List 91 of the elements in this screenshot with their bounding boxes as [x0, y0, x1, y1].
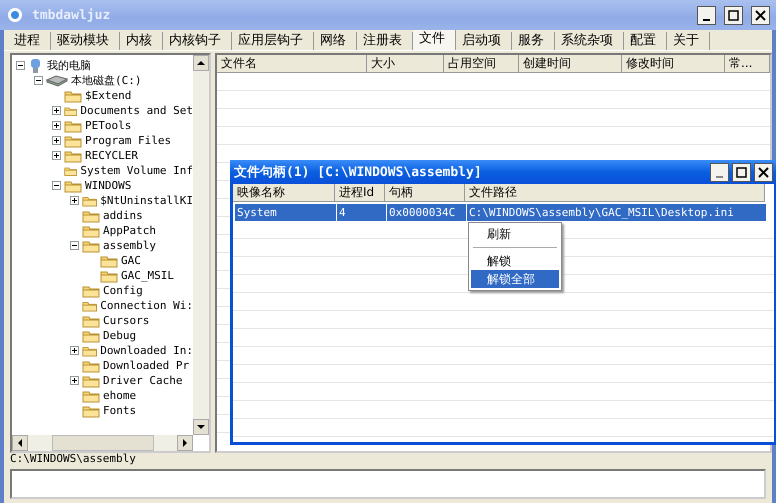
tree-item-label[interactable]: AppPatch [103, 224, 156, 237]
folder-icon [64, 118, 82, 132]
close-button[interactable] [754, 162, 773, 182]
tree-item-label[interactable]: Config [103, 284, 143, 297]
expand-icon[interactable] [70, 376, 79, 385]
drive-icon [46, 74, 68, 86]
column-header[interactable]: 修改时间 [622, 55, 725, 73]
minimize-button[interactable] [697, 6, 716, 24]
handle-row[interactable]: System 4 0x0000034C C:\WINDOWS\assembly\GAC_MSIL\Desktop.ini [235, 204, 772, 221]
tree-item-label[interactable]: Connection Wi: [100, 299, 193, 312]
tree-item-label[interactable]: System Volume Inf [80, 164, 193, 177]
folder-icon [64, 148, 82, 162]
tree-item-label[interactable]: 本地磁盘(C:) [71, 73, 142, 88]
folder-icon [82, 208, 100, 222]
table-cell: C:\WINDOWS\assembly\GAC_MSIL\Desktop.ini [467, 204, 767, 221]
folder-icon [82, 358, 100, 372]
tree-item-label[interactable]: Downloaded In: [100, 344, 193, 357]
collapse-icon[interactable] [16, 61, 25, 70]
table-cell: 4 [337, 204, 387, 221]
column-header[interactable]: 占用空间 [444, 55, 519, 73]
window-title: tmbdawljuz [32, 8, 112, 22]
folder-icon [82, 328, 100, 342]
column-header[interactable]: 创建时间 [519, 55, 622, 73]
folder-icon [100, 268, 118, 282]
scroll-right-icon[interactable] [177, 435, 193, 451]
maximize-icon [728, 10, 739, 20]
folder-icon [82, 238, 100, 252]
tree-item-label[interactable]: WINDOWS [85, 179, 132, 192]
column-header[interactable]: 常... [725, 55, 770, 73]
tree-item-label[interactable]: GAC [121, 254, 141, 267]
expand-icon[interactable] [52, 151, 61, 160]
column-header[interactable]: 映像名称 [233, 184, 335, 202]
column-header[interactable]: 进程Id [335, 184, 385, 202]
close-icon [758, 166, 769, 178]
scroll-up-icon[interactable] [193, 55, 209, 71]
minimize-icon [716, 176, 723, 178]
expand-icon[interactable] [52, 136, 61, 145]
close-icon [755, 10, 766, 20]
collapse-icon[interactable] [34, 76, 43, 85]
collapse-icon[interactable] [70, 241, 79, 250]
folder-icon [64, 88, 82, 102]
scroll-left-icon[interactable] [12, 435, 28, 451]
table-cell: 0x0000034C [387, 204, 467, 221]
tree-item-label[interactable]: PETools [85, 119, 132, 132]
folder-icon [82, 388, 100, 402]
window-title: 文件句柄(1) [C:\WINDOWS\assembly] [234, 164, 483, 181]
menu-item[interactable]: 解锁全部 [471, 270, 559, 288]
maximize-button[interactable] [724, 6, 743, 24]
folder-icon [82, 224, 100, 238]
tree-item-label[interactable]: Program Files [85, 134, 172, 147]
tree-item-label[interactable]: Cursors [103, 314, 150, 327]
tree-item-label[interactable]: ehome [103, 389, 136, 402]
folder-icon [64, 134, 82, 148]
column-header[interactable]: 大小 [367, 55, 444, 73]
tab[interactable]: 文件 [413, 30, 456, 50]
expand-icon[interactable] [52, 121, 61, 130]
folder-icon [64, 178, 82, 192]
app-icon [6, 6, 24, 24]
close-button[interactable] [751, 6, 770, 24]
table-cell: System [235, 204, 337, 221]
folder-icon [82, 284, 100, 298]
status-text: C:\WINDOWS\assembly [10, 451, 137, 467]
maximize-button[interactable] [732, 162, 751, 182]
tree-item-label[interactable]: addins [103, 209, 143, 222]
scrollbar-thumb[interactable] [52, 435, 154, 451]
tree-item-label[interactable]: Driver Cache [103, 374, 182, 387]
tree-item-label[interactable]: assembly [103, 239, 156, 252]
folder-icon [82, 404, 100, 418]
minimize-icon [703, 18, 710, 20]
tree-item-label[interactable]: Documents and Set [80, 104, 193, 117]
scroll-down-icon[interactable] [193, 419, 209, 435]
folder-icon [82, 374, 100, 388]
minimize-button[interactable] [710, 162, 729, 182]
collapse-icon[interactable] [52, 181, 61, 190]
tree-item-label[interactable]: Fonts [103, 404, 136, 417]
tree-item-label[interactable]: 我的电脑 [47, 58, 91, 73]
tree-item-label[interactable]: Debug [103, 329, 136, 342]
folder-icon [100, 254, 118, 268]
column-header[interactable]: 文件路径 [465, 184, 765, 202]
folder-icon [82, 314, 100, 328]
expand-icon[interactable] [70, 196, 79, 205]
tree-item-label[interactable]: GAC_MSIL [121, 269, 174, 282]
column-header[interactable]: 句柄 [385, 184, 465, 202]
tree-item-label[interactable]: $NtUninstallKI [100, 194, 193, 207]
tree-item-label[interactable]: $Extend [85, 89, 132, 102]
expand-icon[interactable] [70, 346, 79, 355]
column-header[interactable]: 文件名 [217, 55, 367, 73]
tree-item-label[interactable]: RECYCLER [85, 149, 138, 162]
expand-icon[interactable] [52, 106, 61, 115]
tree-item-label[interactable]: Downloaded Pr [103, 359, 190, 372]
maximize-icon [736, 166, 747, 178]
